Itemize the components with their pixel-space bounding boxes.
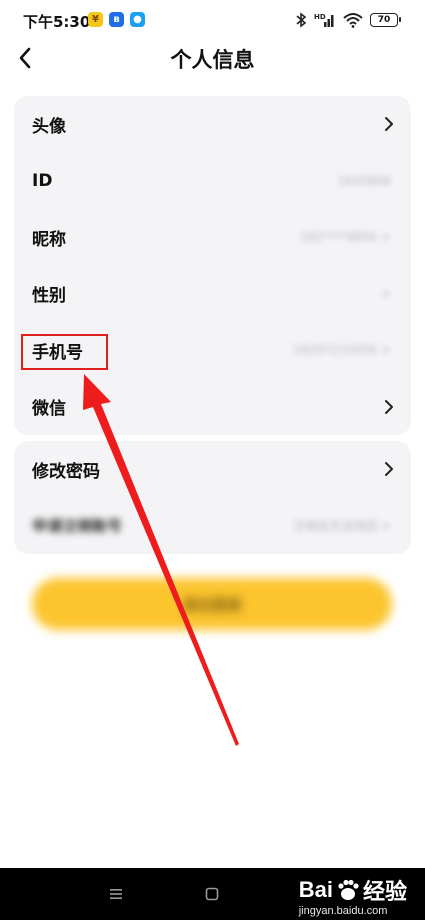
row-label-change-password: 修改密码 <box>32 461 100 482</box>
logout-button[interactable]: 退出登录 <box>32 578 392 630</box>
row-label-gender: 性别 <box>32 286 66 307</box>
watermark-brand-text: Bai <box>298 877 333 902</box>
header: 个人信息 <box>0 40 425 76</box>
annotation-highlight-box <box>21 334 108 370</box>
security-card: 修改密码 申请注销账号 注销后无法找回 > <box>14 441 411 554</box>
row-label-id: ID <box>32 170 53 191</box>
row-value-nickname: 182****8856 > <box>299 230 391 245</box>
watermark-url: jingyan.baidu.com <box>298 905 388 917</box>
row-value-phone: 18207233056 > <box>293 343 391 358</box>
row-wechat[interactable]: 微信 <box>14 379 411 436</box>
row-nickname[interactable]: 昵称 182****8856 > <box>14 209 411 266</box>
wifi-icon <box>343 13 363 28</box>
battery-indicator: 70 <box>370 13 401 27</box>
bluetooth-icon <box>296 12 307 28</box>
row-value-delete-account: 注销后无法找回 > <box>293 519 391 534</box>
status-time: 下午5:30 <box>23 13 91 31</box>
row-gender[interactable]: 性别 > <box>14 266 411 323</box>
row-id: ID 1645808 <box>14 153 411 210</box>
row-value-id: 1645808 <box>337 173 391 188</box>
row-label-nickname: 昵称 <box>32 229 66 250</box>
chevron-right-icon <box>385 117 393 132</box>
profile-info-card: 头像 ID 1645808 昵称 182****8856 > 性别 > 手机号 … <box>14 96 411 435</box>
row-label-avatar: 头像 <box>32 116 66 137</box>
row-label-wechat: 微信 <box>32 399 66 420</box>
paw-icon <box>338 879 359 900</box>
row-value-gender: > <box>380 286 391 301</box>
row-avatar[interactable]: 头像 <box>14 96 411 153</box>
signal-icon: HD <box>314 13 334 27</box>
row-change-password[interactable]: 修改密码 <box>14 441 411 498</box>
page-title: 个人信息 <box>170 48 255 72</box>
home-icon[interactable] <box>204 886 220 902</box>
row-label-delete-account: 申请注销账号 <box>32 517 123 536</box>
chat-app-icon: ● <box>130 12 145 27</box>
chevron-right-icon <box>385 399 393 414</box>
menu-icon[interactable] <box>108 886 124 902</box>
watermark-brand-suffix: 经验 <box>362 879 407 904</box>
wallet-app-icon: ¥ <box>88 12 103 27</box>
chevron-right-icon <box>385 462 393 477</box>
watermark-brand: Bai 经验 <box>299 874 407 906</box>
svg-text:HD: HD <box>314 13 326 21</box>
status-bar: 下午5:30 ¥ ʙ ● HD 70 <box>0 0 425 40</box>
status-icons: HD 70 <box>295 10 401 30</box>
bluetooth-app-icon: ʙ <box>109 12 124 27</box>
watermark: Bai 经验 jingyan.baidu.com <box>299 874 407 917</box>
row-delete-account[interactable]: 申请注销账号 注销后无法找回 > <box>14 498 411 555</box>
